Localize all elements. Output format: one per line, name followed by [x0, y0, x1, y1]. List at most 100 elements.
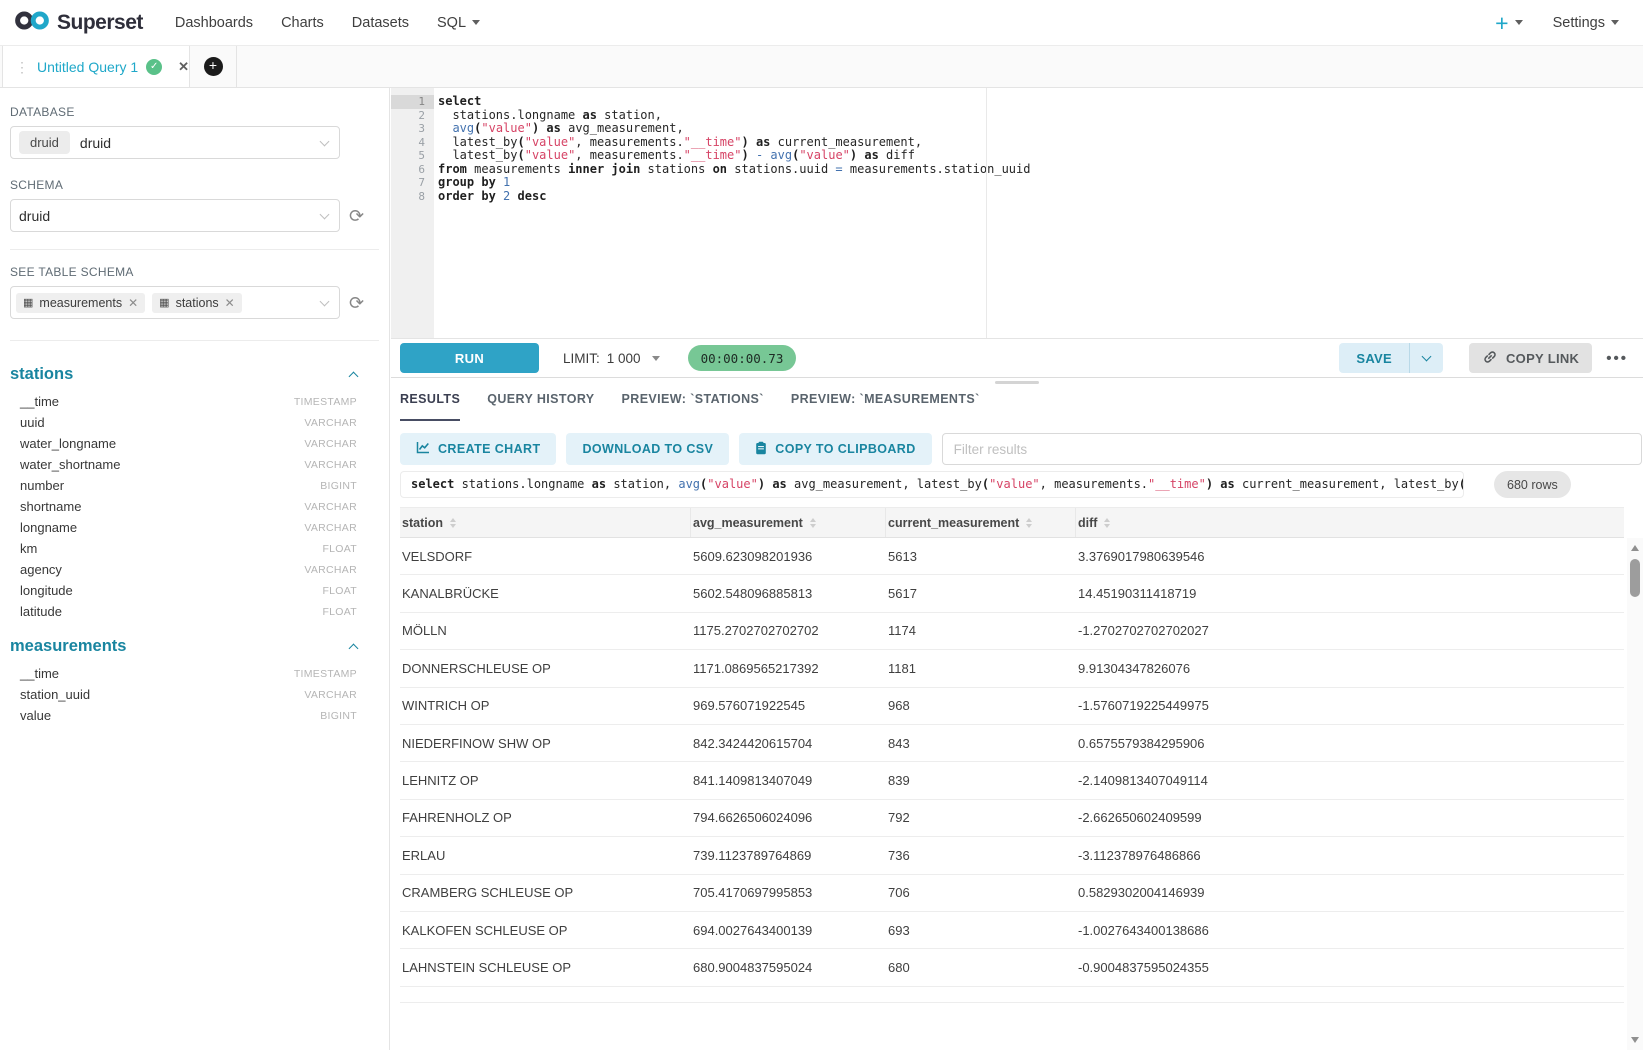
filter-results-input[interactable]	[942, 433, 1642, 465]
table-cell: LEHNITZ OP	[400, 773, 691, 788]
header-cell-current-measurement[interactable]: current_measurement	[886, 508, 1076, 537]
nav-item-datasets[interactable]: Datasets	[338, 15, 423, 31]
plus-icon: +	[1495, 13, 1508, 33]
remove-tag-icon[interactable]: ✕	[225, 296, 235, 310]
database-value: druid	[80, 135, 111, 151]
table-cell: -2.1409813407049114	[1076, 773, 1624, 788]
column-row: water_longnameVARCHAR	[0, 433, 389, 454]
editor-code[interactable]: select stations.longname as station, avg…	[434, 88, 1643, 338]
close-tab-icon[interactable]: ✕	[178, 59, 189, 75]
table-cell: LAHNSTEIN SCHLEUSE OP	[400, 960, 691, 975]
table-cell: 842.3424420615704	[691, 736, 886, 751]
nav-item-charts[interactable]: Charts	[267, 15, 338, 31]
copy-link-button[interactable]: COPY LINK	[1469, 343, 1592, 373]
column-row: longnameVARCHAR	[0, 517, 389, 538]
table-cell: 9.91304347826076	[1076, 661, 1624, 676]
column-row: kmFLOAT	[0, 538, 389, 559]
settings-menu[interactable]: Settings	[1553, 15, 1619, 31]
column-type: TIMESTAMP	[294, 396, 357, 408]
table-cell: -1.5760719225449975	[1076, 698, 1624, 713]
database-select[interactable]: druid druid	[10, 126, 340, 159]
add-tab-button[interactable]: +	[204, 57, 223, 76]
scrollbar-thumb[interactable]	[1630, 559, 1640, 597]
table-cell: -1.2702702702702027	[1076, 623, 1624, 638]
sql-lab-app: Superset DashboardsChartsDatasetsSQL + S…	[0, 0, 1643, 1050]
tab-preview-measurements[interactable]: PREVIEW: `MEASUREMENTS`	[791, 392, 980, 421]
table-cell: 794.6626506024096	[691, 810, 886, 825]
column-name: number	[20, 478, 64, 493]
sql-editor[interactable]: 12345678 select stations.longname as sta…	[391, 88, 1643, 338]
header-cell-diff[interactable]: diff	[1076, 508, 1624, 537]
more-options-button[interactable]: •••	[1606, 350, 1628, 367]
schema-label: SCHEMA	[10, 178, 389, 192]
nav-item-sql[interactable]: SQL	[423, 15, 494, 31]
superset-logo[interactable]: Superset	[14, 9, 143, 37]
column-type: VARCHAR	[304, 438, 357, 450]
copy-to-clipboard-button[interactable]: COPY TO CLIPBOARD	[739, 433, 931, 465]
header-cell-station[interactable]: station	[400, 508, 691, 537]
nav-right: + Settings	[1495, 13, 1619, 33]
chevron-down-icon	[1611, 20, 1619, 25]
sort-desc-icon	[450, 524, 456, 528]
refresh-tables-icon[interactable]: ⟳	[349, 294, 364, 312]
column-type: BIGINT	[320, 480, 357, 492]
create-chart-button[interactable]: CREATE CHART	[400, 433, 556, 465]
editor-results-pane: 12345678 select stations.longname as sta…	[391, 88, 1643, 1050]
table-cell: 1174	[886, 623, 1076, 638]
column-name: km	[20, 541, 37, 556]
column-type: VARCHAR	[304, 689, 357, 701]
nav-menu: DashboardsChartsDatasetsSQL	[161, 15, 494, 31]
schema-table-stations: stations__timeTIMESTAMPuuidVARCHARwater_…	[0, 356, 389, 622]
table-cell: 0.5829302004146939	[1076, 885, 1624, 900]
link-icon	[1482, 349, 1498, 368]
table-select[interactable]: ▦measurements✕▦stations✕	[10, 286, 340, 319]
drag-handle-icon[interactable]: ⋮	[15, 60, 29, 74]
top-navbar: Superset DashboardsChartsDatasetsSQL + S…	[0, 0, 1643, 46]
table-cell: 968	[886, 698, 1076, 713]
table-grid-icon: ▦	[23, 296, 33, 309]
table-cell: WINTRICH OP	[400, 698, 691, 713]
query-tab[interactable]: ⋮ Untitled Query 1 ✓ ✕	[2, 46, 190, 87]
collapse-icon[interactable]	[349, 372, 359, 382]
table-cell: 736	[886, 848, 1076, 863]
run-button[interactable]: RUN	[400, 343, 539, 373]
sort-asc-icon	[1026, 518, 1032, 522]
tab-results[interactable]: RESULTS	[400, 392, 460, 421]
download-to-csv-button[interactable]: DOWNLOAD TO CSV	[566, 433, 729, 465]
column-type: TIMESTAMP	[294, 668, 357, 680]
line-number: 5	[391, 149, 434, 163]
save-options-button[interactable]	[1410, 356, 1443, 360]
remove-tag-icon[interactable]: ✕	[128, 296, 138, 310]
nav-item-dashboards[interactable]: Dashboards	[161, 15, 267, 31]
code-line: select	[438, 95, 1643, 109]
table-row: KANALBRÜCKE5602.548096885813561714.45190…	[400, 575, 1624, 612]
column-row: shortnameVARCHAR	[0, 496, 389, 517]
column-name: latitude	[20, 604, 62, 619]
tab-query-history[interactable]: QUERY HISTORY	[487, 392, 594, 421]
save-button[interactable]: SAVE	[1339, 351, 1409, 366]
table-cell: -2.662650602409599	[1076, 810, 1624, 825]
table-cell: 5613	[886, 549, 1076, 564]
tab-preview-stations[interactable]: PREVIEW: `STATIONS`	[622, 392, 764, 421]
line-number: 4	[391, 136, 434, 150]
limit-dropdown[interactable]: LIMIT: 1 000	[563, 351, 660, 366]
pane-resize-handle[interactable]	[995, 381, 1039, 384]
new-item-button[interactable]: +	[1495, 13, 1522, 33]
table-cell: FAHRENHOLZ OP	[400, 810, 691, 825]
table-row: VELSDORF5609.62309820193656133.376901798…	[400, 538, 1624, 575]
table-row: ERLAU739.1123789764869736-3.112378976486…	[400, 837, 1624, 874]
schema-select[interactable]: druid	[10, 199, 340, 232]
header-cell-avg-measurement[interactable]: avg_measurement	[691, 508, 886, 537]
results-table-header: stationavg_measurementcurrent_measuremen…	[400, 507, 1624, 538]
schema-table-name: measurements	[10, 637, 126, 656]
column-row: water_shortnameVARCHAR	[0, 454, 389, 475]
collapse-icon[interactable]	[349, 644, 359, 654]
database-type-pill: druid	[19, 131, 70, 154]
refresh-schemas-icon[interactable]: ⟳	[349, 207, 364, 225]
scroll-up-icon[interactable]	[1631, 545, 1639, 551]
code-line: from measurements inner join stations on…	[438, 163, 1643, 177]
scroll-down-icon[interactable]	[1631, 1037, 1639, 1043]
column-name: water_shortname	[20, 457, 120, 472]
results-scrollbar[interactable]	[1627, 538, 1643, 1050]
table-cell: KANALBRÜCKE	[400, 586, 691, 601]
